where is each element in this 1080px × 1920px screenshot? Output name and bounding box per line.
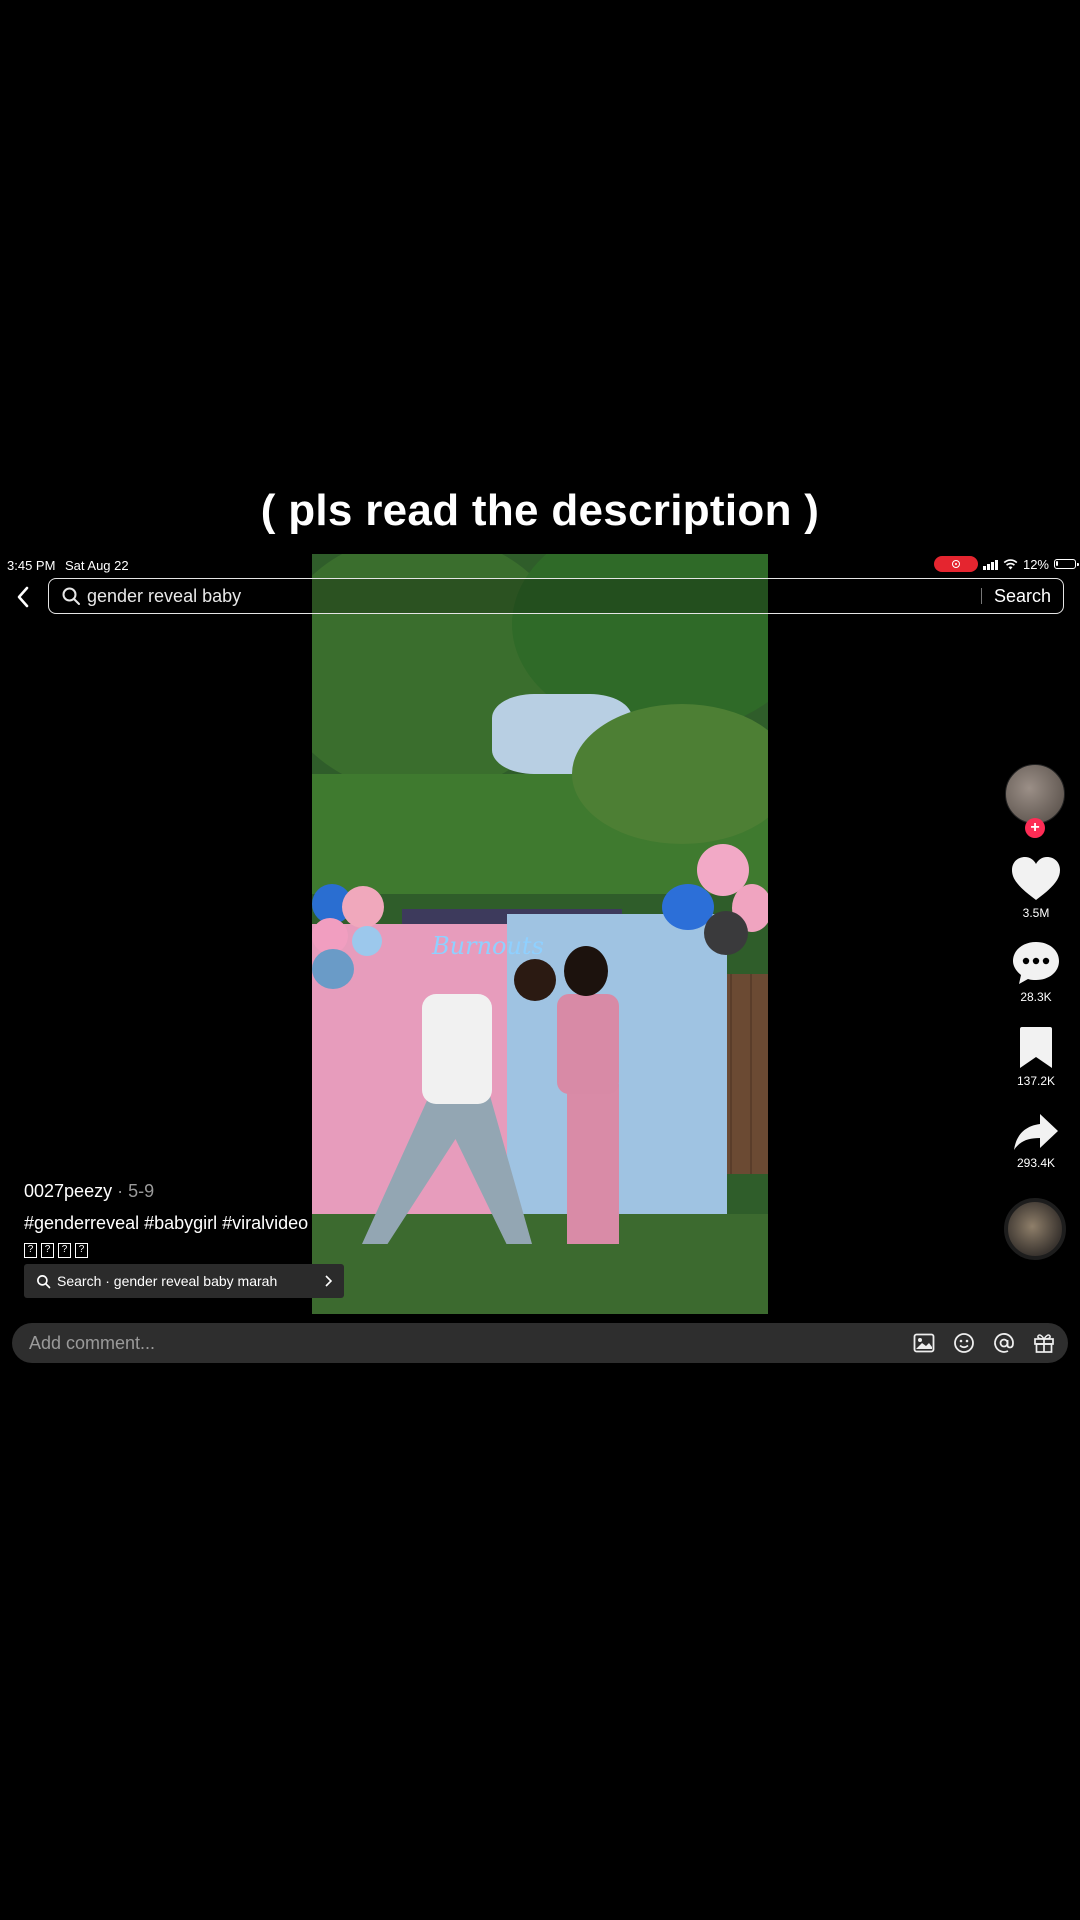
emoji-icon[interactable] (952, 1331, 976, 1355)
comment-icon (1013, 942, 1059, 984)
like-button[interactable]: 3.5M (1000, 856, 1072, 920)
share-count: 293.4K (1016, 1156, 1056, 1170)
comment-actions (912, 1331, 1056, 1355)
unrendered-glyph: ? (75, 1243, 88, 1258)
status-indicators: 12% (934, 556, 1079, 572)
post-hashtags[interactable]: #genderreveal #babygirl #viralvideo (24, 1213, 354, 1234)
wifi-icon (1003, 558, 1018, 569)
search-submit-button[interactable]: Search (994, 586, 1051, 607)
heart-icon (1012, 857, 1060, 900)
status-date: Sat Aug 22 (65, 558, 129, 573)
related-search-label: Search · gender reveal baby marah (57, 1273, 278, 1289)
creator-avatar[interactable] (1005, 764, 1065, 824)
search-input[interactable]: gender reveal baby (87, 586, 981, 607)
video-backdrop-lettering: Burnouts (432, 932, 544, 960)
overlay-caption: ( pls read the description ) (260, 486, 820, 535)
post-description: #genderreveal #babygirl #viralvideo ???? (24, 1213, 354, 1258)
back-button[interactable] (10, 584, 36, 610)
gift-icon[interactable] (1032, 1331, 1056, 1355)
like-count: 3.5M (1022, 906, 1050, 920)
unrendered-glyph: ? (24, 1243, 37, 1258)
screen-recording-icon[interactable] (934, 556, 979, 572)
comment-input-bar[interactable]: Add comment... (12, 1323, 1068, 1363)
search-divider (980, 588, 982, 604)
image-icon[interactable] (912, 1331, 936, 1355)
comment-button[interactable]: 28.3K (1000, 940, 1072, 1004)
screen: ( pls read the description ) 3:45 PM Sat… (0, 0, 1080, 1920)
cellular-signal-icon (983, 559, 998, 570)
follow-button[interactable]: + (1025, 818, 1045, 838)
post-date: · 5-9 (112, 1181, 155, 1201)
share-button[interactable]: 293.4K (1000, 1112, 1072, 1170)
author-line: 0027peezy · 5-9 (24, 1181, 154, 1202)
comment-input[interactable]: Add comment... (29, 1333, 912, 1354)
save-button[interactable]: 137.2K (1000, 1026, 1072, 1088)
music-disc[interactable] (1004, 1198, 1066, 1260)
unrendered-emoji-row: ???? (24, 1234, 354, 1258)
battery-percent: 12% (1022, 556, 1049, 572)
share-icon (1014, 1114, 1058, 1150)
search-icon (37, 1274, 51, 1288)
comment-count: 28.3K (1020, 990, 1052, 1004)
chevron-left-icon (17, 586, 29, 608)
bookmark-icon (1020, 1027, 1052, 1068)
search-bar[interactable]: gender reveal baby Search (48, 578, 1064, 614)
related-search-chip[interactable]: Search · gender reveal baby marah (24, 1264, 344, 1298)
chevron-right-icon (325, 1275, 332, 1287)
unrendered-glyph: ? (41, 1243, 54, 1258)
mention-icon[interactable] (992, 1331, 1016, 1355)
search-icon (62, 587, 80, 605)
status-time: 3:45 PM (7, 558, 56, 573)
unrendered-glyph: ? (58, 1243, 71, 1258)
battery-icon (1054, 559, 1079, 569)
video-player[interactable]: Burnouts (312, 554, 768, 1314)
author-name[interactable]: 0027peezy (24, 1181, 112, 1201)
save-count: 137.2K (1016, 1074, 1056, 1088)
